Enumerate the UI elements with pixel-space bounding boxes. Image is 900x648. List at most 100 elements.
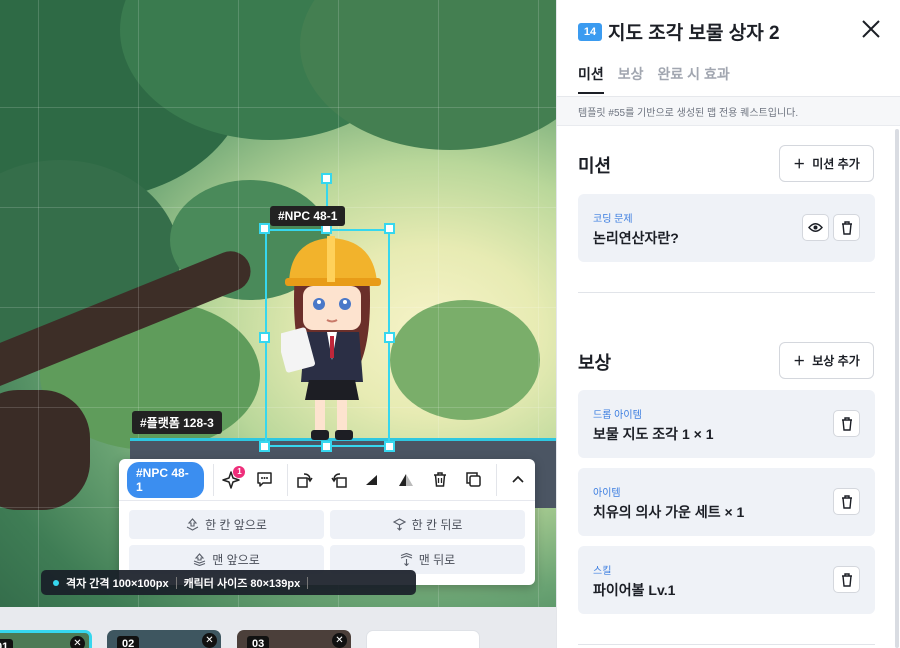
panel-description: 템플릿 #55를 기반으로 생성된 맵 전용 퀘스트입니다. — [557, 97, 900, 126]
close-icon[interactable]: ✕ — [332, 633, 347, 648]
panel-title: 지도 조각 보물 상자 2 — [608, 23, 780, 44]
trash-icon — [841, 416, 852, 431]
rotate-left-button[interactable] — [322, 463, 356, 497]
resize-handle[interactable] — [384, 441, 395, 452]
rotate-right-button[interactable] — [288, 463, 322, 497]
reward-card[interactable]: 스킬 파이어볼 Lv.1 — [578, 546, 875, 614]
reward-category: 드롭 아이템 — [593, 410, 642, 421]
flip-vertical-button[interactable] — [389, 463, 423, 497]
section-divider — [578, 644, 875, 645]
send-backward-label: 한 칸 뒤로 — [411, 518, 463, 532]
mission-card[interactable]: 코딩 문제 논리연산자란? — [578, 194, 875, 262]
trash-icon — [433, 472, 446, 487]
flip-horizontal-icon — [366, 474, 378, 485]
selection-box[interactable] — [265, 229, 390, 447]
add-reward-label: 보상 추가 — [812, 354, 860, 368]
dialogue-button[interactable] — [247, 463, 281, 497]
close-icon[interactable]: ✕ — [70, 636, 85, 648]
reward-card[interactable]: 아이템 치유의 의사 가운 세트 × 1 — [578, 468, 875, 536]
add-mission-button[interactable]: ＋ 미션 추가 — [779, 145, 874, 182]
rotate-left-icon — [331, 472, 347, 488]
notification-badge: 1 — [233, 465, 246, 478]
chat-bubble-icon — [257, 472, 272, 487]
grid-size-text: 격자 간격 100×100px — [66, 577, 169, 590]
delete-object-button[interactable] — [423, 463, 457, 497]
rotation-handle[interactable] — [321, 173, 332, 184]
map-canvas[interactable]: #NPC 48-1 #플랫폼 128-3 #NPC 48-1 1 한 칸 앞으로… — [0, 0, 556, 607]
mission-section-title: 미션 — [578, 156, 612, 176]
delete-reward-button[interactable] — [833, 488, 860, 515]
resize-handle[interactable] — [384, 332, 395, 343]
thumbnail-number: 02 — [117, 636, 140, 648]
delete-reward-button[interactable] — [833, 410, 860, 437]
thumbnail-number: 03 — [247, 636, 270, 648]
send-backward-icon — [392, 518, 406, 531]
resize-handle[interactable] — [259, 223, 270, 234]
tree-trunk — [0, 390, 90, 510]
resize-handle[interactable] — [259, 332, 270, 343]
trash-icon — [841, 572, 852, 587]
ai-sparkle-button[interactable]: 1 — [214, 463, 248, 497]
mission-value: 논리연산자란? — [593, 230, 679, 246]
tab-reward[interactable]: 보상 — [618, 64, 644, 94]
scene-thumbnail[interactable]: 02 ✕ — [107, 630, 221, 648]
reward-value: 파이어볼 Lv.1 — [593, 582, 676, 598]
add-scene-thumbnail[interactable] — [366, 630, 480, 648]
bring-to-front-label: 맨 앞으로 — [212, 553, 260, 567]
bring-forward-button[interactable]: 한 칸 앞으로 — [129, 510, 324, 539]
selected-object-pill[interactable]: #NPC 48-1 — [127, 461, 204, 498]
send-to-back-icon — [400, 553, 412, 566]
panel-header: 14 지도 조각 보물 상자 2 미션 보상 완료 시 효과 — [557, 0, 900, 97]
flip-vertical-icon — [399, 473, 414, 486]
flip-horizontal-button[interactable] — [356, 463, 390, 497]
grid-line — [0, 107, 556, 108]
section-divider — [578, 292, 875, 293]
grid-line — [538, 0, 539, 607]
close-icon[interactable]: ✕ — [202, 633, 217, 648]
chevron-up-icon — [512, 475, 524, 483]
platform-tag: #플랫폼 128-3 — [132, 411, 222, 434]
trash-icon — [841, 220, 852, 235]
duplicate-object-button[interactable] — [457, 463, 491, 497]
character-size-text: 캐릭터 사이즈 80×139px — [183, 577, 301, 590]
reward-value: 치유의 의사 가운 세트 × 1 — [593, 504, 745, 520]
resize-handle[interactable] — [384, 223, 395, 234]
quest-number-badge: 14 — [578, 22, 602, 41]
plus-icon: ＋ — [793, 354, 806, 368]
send-to-back-label: 맨 뒤로 — [418, 553, 456, 567]
panel-title-row: 14 지도 조각 보물 상자 2 — [578, 18, 780, 45]
preview-mission-button[interactable] — [802, 214, 829, 241]
rotate-right-icon — [297, 472, 313, 488]
tab-completion-effect[interactable]: 완료 시 효과 — [658, 64, 730, 94]
bring-forward-icon — [186, 518, 199, 531]
reward-category: 아이템 — [593, 488, 621, 499]
panel-scrollbar[interactable] — [895, 129, 899, 648]
collapse-toolbar-button[interactable] — [501, 463, 535, 497]
reward-card[interactable]: 드롭 아이템 보물 지도 조각 1 × 1 — [578, 390, 875, 458]
plus-icon: ＋ — [793, 157, 806, 171]
canvas-status-bar: 격자 간격 100×100px 캐릭터 사이즈 80×139px — [41, 570, 416, 595]
delete-reward-button[interactable] — [833, 566, 860, 593]
panel-tabs: 미션 보상 완료 시 효과 — [578, 64, 730, 94]
thumbnail-number: 01 — [0, 639, 14, 648]
scene-thumbnail[interactable]: 03 ✕ — [237, 630, 351, 648]
copy-icon — [466, 472, 481, 487]
foliage — [390, 300, 540, 420]
add-reward-button[interactable]: ＋ 보상 추가 — [779, 342, 874, 379]
resize-handle[interactable] — [259, 441, 270, 452]
status-divider — [307, 576, 309, 589]
resize-handle[interactable] — [321, 441, 332, 452]
grid-line — [38, 0, 39, 607]
trash-icon — [841, 494, 852, 509]
status-divider — [175, 576, 177, 589]
eye-icon — [808, 223, 823, 232]
send-backward-button[interactable]: 한 칸 뒤로 — [330, 510, 525, 539]
close-icon[interactable] — [860, 18, 882, 40]
tab-mission[interactable]: 미션 — [578, 64, 604, 94]
scene-thumbnail-selected[interactable]: 01 ✕ — [0, 630, 92, 648]
scene-thumbnail-strip: 01 ✕ 02 ✕ 03 ✕ — [0, 607, 556, 648]
mission-category: 코딩 문제 — [593, 214, 633, 225]
npc-tag: #NPC 48-1 — [270, 206, 346, 226]
add-mission-label: 미션 추가 — [812, 157, 860, 171]
delete-mission-button[interactable] — [833, 214, 860, 241]
